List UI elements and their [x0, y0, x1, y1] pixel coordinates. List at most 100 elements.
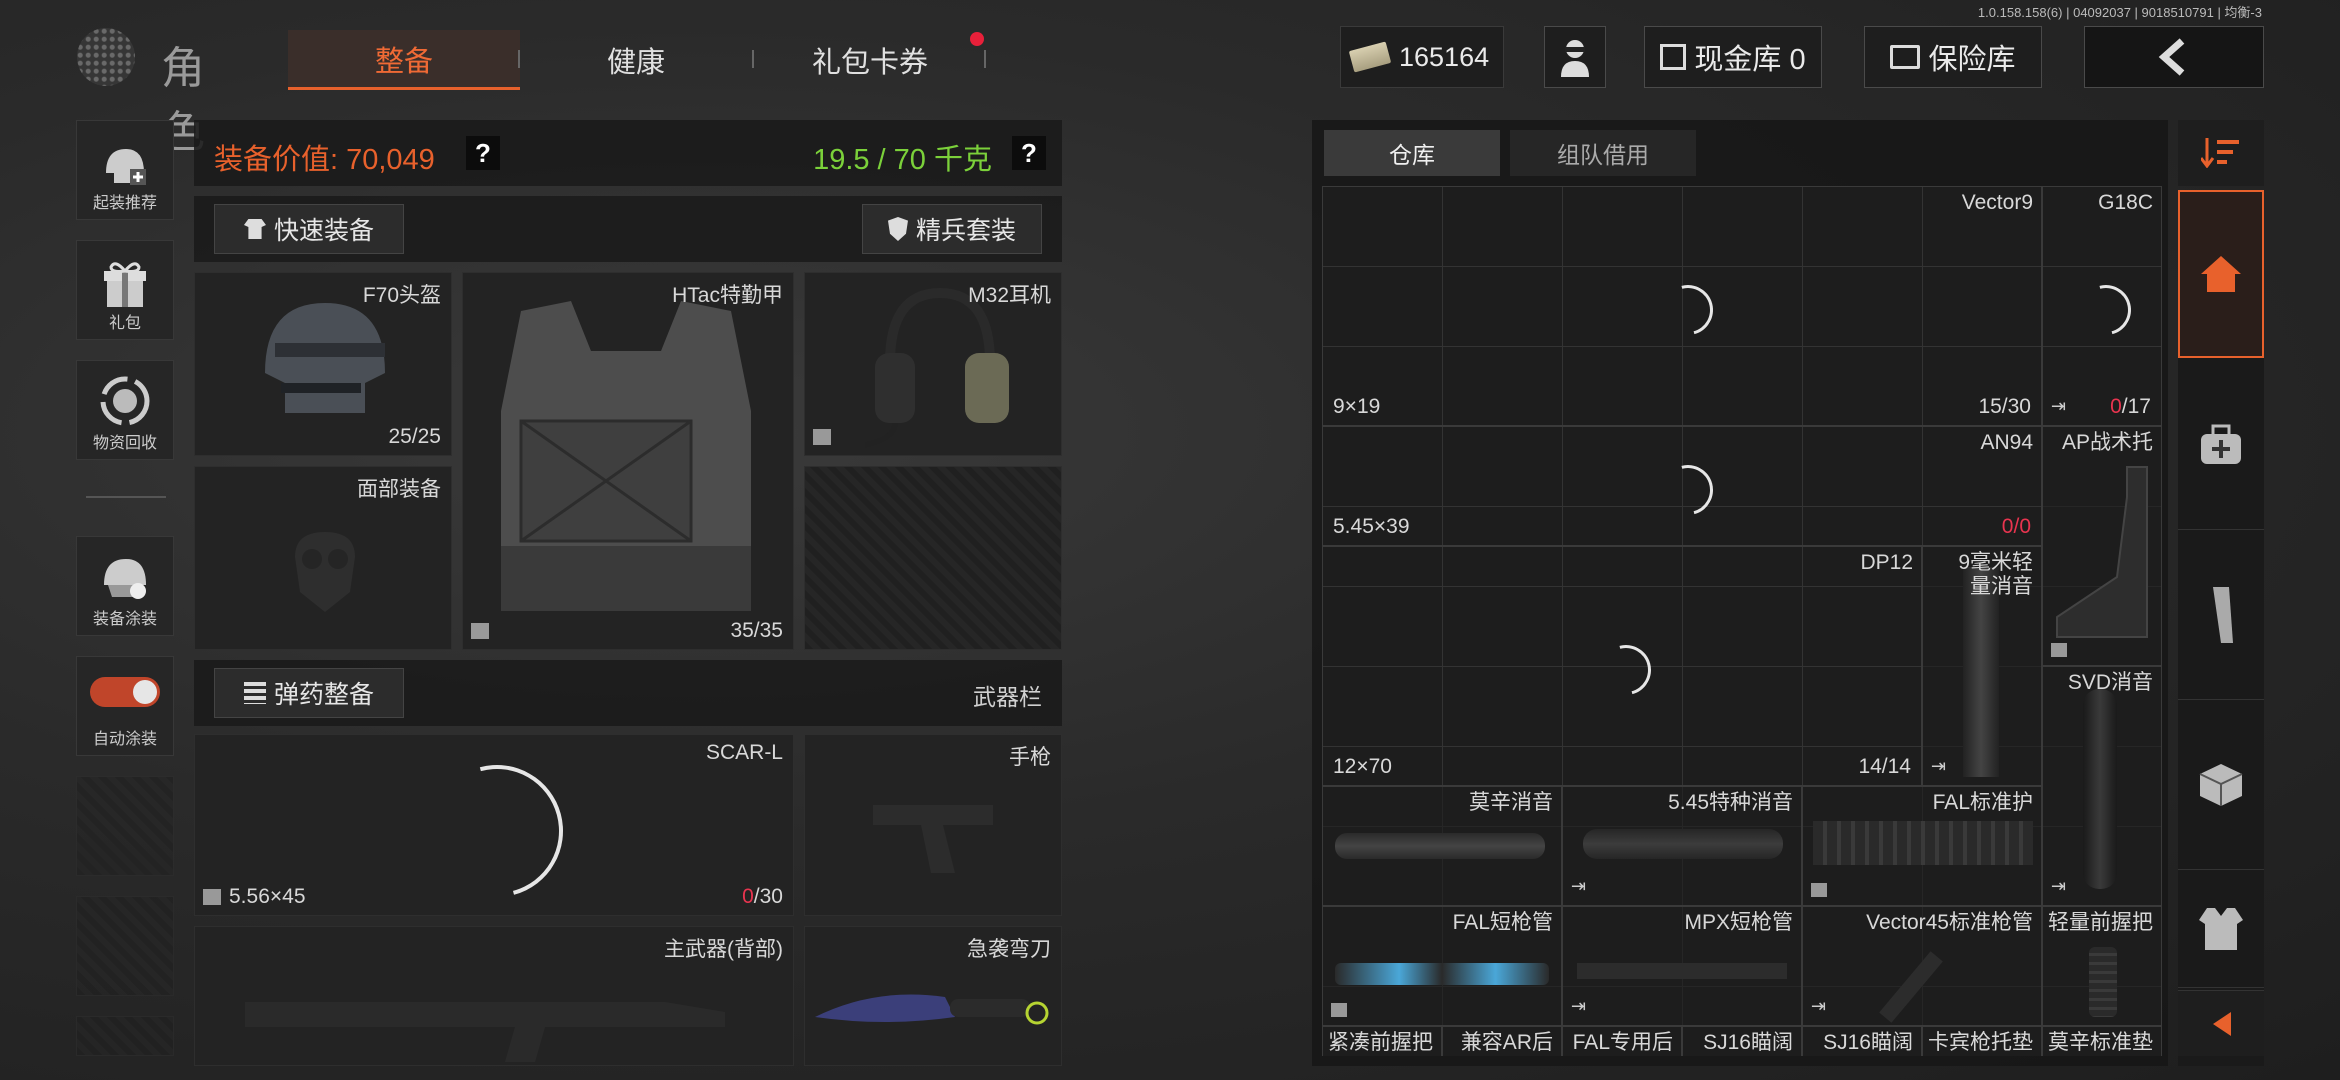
category-home[interactable] — [2178, 190, 2264, 358]
tab-label: 健康 — [606, 47, 665, 79]
exit-icon: ⇥ — [1571, 876, 1587, 896]
category-magazine[interactable] — [2178, 530, 2264, 700]
ammo-icon — [243, 682, 266, 704]
loading-spinner — [1653, 275, 1723, 345]
item-ap-stock[interactable]: AP战术托 — [2042, 426, 2162, 666]
face-slot[interactable]: 面部装备 — [194, 466, 452, 650]
value-help-icon[interactable]: ? — [466, 136, 500, 170]
ammo-count: 0/17 — [2110, 395, 2151, 418]
paint-helmet-icon — [104, 559, 146, 599]
item-fal-short-barrel[interactable]: FAL短枪管 — [1322, 906, 1562, 1026]
headset-slot[interactable]: M32耳机 — [804, 272, 1062, 456]
item-compact-grip[interactable]: 紧凑前握把 — [1322, 1026, 1442, 1056]
item-name: M32耳机 — [968, 284, 1051, 307]
sidebar-auto-paint[interactable]: 自动涂装 — [76, 656, 174, 756]
sidebar-label: 礼包 — [108, 315, 141, 332]
item-an94[interactable]: AN94 5.45×39 0/0 — [1322, 426, 2042, 546]
item-sj16-sight-2[interactable]: SJ16瞄阔 — [1802, 1026, 1922, 1056]
item-mpx-short-barrel[interactable]: MPX短枪管 ⇥ — [1562, 906, 1802, 1026]
item-mosin-suppressor[interactable]: 莫辛消音 — [1322, 786, 1562, 906]
elite-set-label: 精兵套装 — [915, 217, 1016, 245]
item-9mm-suppressor[interactable]: 9毫米轻量消音 ⇥ — [1922, 546, 2042, 786]
empty-equipment-slot[interactable] — [804, 466, 1062, 650]
item-carbine-buttpad[interactable]: 卡宾枪托垫 — [1922, 1026, 2042, 1056]
weight-help-icon[interactable]: ? — [1012, 136, 1046, 170]
tab-libao-kaquan[interactable]: 礼包卡券 — [754, 30, 986, 90]
knife-image — [815, 994, 1049, 1025]
globe-icon — [77, 28, 135, 86]
caliber: 9×19 — [1333, 395, 1381, 418]
ammo-count: 15/30 — [1978, 395, 2031, 418]
item-ar-compat[interactable]: 兼容AR后 — [1442, 1026, 1562, 1056]
loading-spinner — [1591, 635, 1661, 705]
primary-weapon-slot[interactable]: SCAR-L 5.56×45 0/30 — [194, 734, 794, 922]
quick-equip-button[interactable]: 快速装备 — [214, 204, 404, 254]
storage-grid: Vector9 9×19 15/30 G18C ⇥ 0/17 AN94 5.45… — [1322, 186, 2162, 1056]
cash-vault-button[interactable]: 现金库 0 — [1644, 26, 1822, 88]
cash-vault-label: 现金库 0 — [1694, 44, 1806, 76]
insurance-button[interactable]: 保险库 — [1864, 26, 2042, 88]
item-fal-handguard[interactable]: FAL标准护 — [1802, 786, 2042, 906]
sidebar-recommend[interactable]: 起装推荐 — [76, 120, 174, 220]
item-vector45-barrel[interactable]: Vector45标准枪管 ⇥ — [1802, 906, 2042, 1026]
item-g18c[interactable]: G18C ⇥ 0/17 — [2042, 186, 2162, 426]
storage-tab-warehouse[interactable]: 仓库 — [1324, 130, 1500, 176]
melee-slot[interactable]: 急袭弯刀 — [804, 926, 1062, 1066]
agent-button[interactable] — [1544, 26, 1606, 88]
item-name: HTac特勤甲 — [672, 284, 783, 307]
item-fal-rear[interactable]: FAL专用后 — [1562, 1026, 1682, 1056]
loading-spinner — [406, 740, 588, 922]
pistol-slot[interactable]: 手枪 — [804, 734, 1062, 916]
tab-zhengbei[interactable]: 整备 — [288, 30, 520, 90]
durability: 25/25 — [388, 425, 441, 448]
exit-icon: ⇥ — [2051, 396, 2067, 416]
ammo-bar: 弹药整备 武器栏 — [194, 660, 1062, 726]
sort-button[interactable] — [2178, 120, 2264, 186]
armor-slot[interactable]: HTac特勤甲 35/35 — [462, 272, 794, 650]
item-svd-suppressor[interactable]: SVD消音 ⇥ — [2042, 666, 2162, 906]
item-sj16-sight-1[interactable]: SJ16瞄阔 — [1682, 1026, 1802, 1056]
durability: 35/35 — [730, 619, 783, 642]
loadout-value-bar: 装备价值: 70,049 ? 19.5 / 70 千克 ? — [194, 120, 1062, 186]
item-mosin-pad[interactable]: 莫辛标准垫 — [2042, 1026, 2162, 1056]
suppressor-image — [2083, 689, 2117, 889]
caliber: 12×70 — [1333, 755, 1392, 778]
toggle-icon[interactable] — [90, 677, 160, 707]
sidebar-recycle[interactable]: 物资回收 — [76, 360, 174, 460]
category-crate[interactable] — [2178, 700, 2264, 870]
helmet-slot[interactable]: F70头盔 25/25 — [194, 272, 452, 456]
box-icon — [1331, 1003, 1347, 1017]
category-vest[interactable] — [2178, 870, 2264, 988]
gift-icon — [104, 262, 146, 307]
sidebar-gift[interactable]: 礼包 — [76, 240, 174, 340]
weapon-name: SCAR-L — [705, 741, 783, 764]
pistol-placeholder-icon — [873, 805, 993, 873]
sidebar-paint[interactable]: 装备涂装 — [76, 536, 174, 636]
currency-display[interactable]: 165164 — [1340, 26, 1504, 88]
item-name: 轻量前握把 — [2048, 911, 2153, 934]
storage-tab-team[interactable]: 组队借用 — [1510, 130, 1696, 176]
back-button[interactable] — [2084, 26, 2264, 88]
item-light-foregrip[interactable]: 轻量前握把 — [2042, 906, 2162, 1026]
category-medical[interactable] — [2178, 360, 2264, 530]
item-name: AP战术托 — [2061, 431, 2153, 454]
item-name: 兼容AR后 — [1460, 1031, 1553, 1054]
item-545-suppressor[interactable]: 5.45特种消音 ⇥ — [1562, 786, 1802, 906]
back-weapon-slot[interactable]: 主武器(背部) — [194, 926, 794, 1066]
tab-jiankang[interactable]: 健康 — [520, 30, 752, 90]
notification-dot — [970, 32, 984, 46]
sidebar-label: 起装推荐 — [92, 195, 157, 212]
elite-set-button[interactable]: 精兵套装 — [862, 204, 1042, 254]
item-dp12[interactable]: DP12 12×70 14/14 — [1322, 546, 1922, 786]
item-name: 5.45特种消音 — [1668, 791, 1793, 814]
collapse-bar-button[interactable] — [2178, 990, 2264, 1056]
box-icon — [471, 623, 489, 639]
sidebar-label: 装备涂装 — [92, 611, 157, 628]
item-name: Vector45标准枪管 — [1866, 911, 2033, 934]
tab-divider — [984, 50, 986, 68]
item-vector9[interactable]: Vector9 9×19 15/30 — [1322, 186, 2042, 426]
armor-image — [501, 301, 751, 611]
logo: 角色 — [75, 24, 255, 157]
item-name: 莫辛消音 — [1469, 791, 1553, 814]
ammo-prep-button[interactable]: 弹药整备 — [214, 668, 404, 718]
